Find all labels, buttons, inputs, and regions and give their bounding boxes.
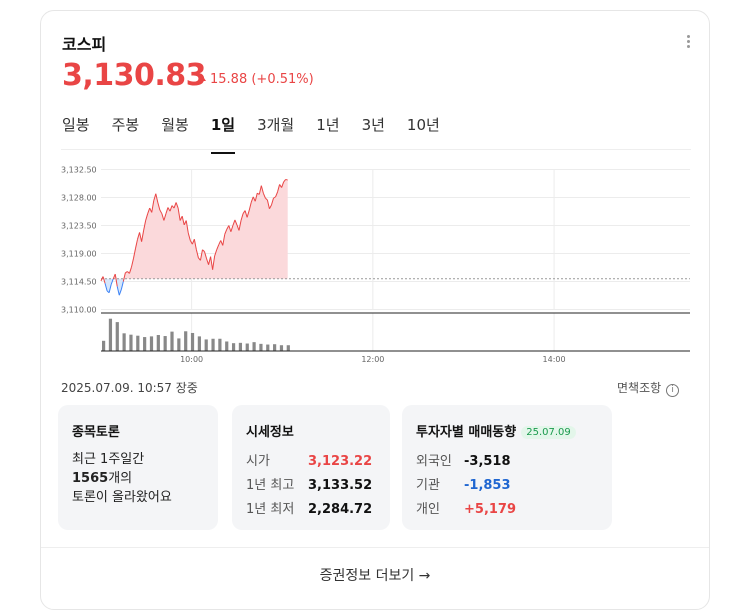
volume-bar	[197, 336, 201, 351]
volume-bar	[266, 344, 270, 351]
volume-bar	[177, 338, 181, 351]
x-tick-label: 14:00	[543, 355, 566, 364]
forum-count-suffix: 개의	[108, 471, 133, 486]
volume-bar	[149, 336, 154, 351]
volume-bar	[252, 342, 256, 351]
y-tick-label: 3,128.00	[61, 194, 97, 203]
x-tick-label: 12:00	[361, 355, 384, 364]
investor-row-foreign: 외국인 -3,518	[416, 450, 598, 474]
volume-bar	[184, 331, 188, 351]
forum-count-line: 1565개의	[72, 469, 204, 488]
quote-value: 3,123.22	[308, 454, 373, 469]
investor-row-institution: 기관 -1,853	[416, 474, 598, 498]
forum-line1: 최근 1주일간	[72, 452, 145, 467]
investor-label: 개인	[416, 502, 440, 517]
investor-value: +5,179	[464, 502, 517, 517]
volume-bar	[115, 322, 119, 351]
forum-box[interactable]: 종목토론 최근 1주일간 1565개의 토론이 올라왔어요	[58, 405, 218, 530]
volume-bar	[102, 340, 106, 351]
tabs-divider	[61, 149, 691, 150]
investor-value: -3,518	[464, 454, 511, 469]
price-change-value: 15.88 (+0.51%)	[210, 72, 314, 87]
volume-bar	[231, 343, 236, 351]
tab-1year[interactable]: 1년	[316, 114, 339, 154]
volume-bar	[170, 331, 174, 351]
volume-bars	[102, 318, 290, 351]
volume-bar	[218, 338, 222, 351]
volume-bar	[204, 339, 208, 351]
quote-value: 2,284.72	[308, 502, 373, 517]
stock-title[interactable]: 코스피	[62, 31, 106, 55]
volume-bar	[122, 333, 126, 351]
quote-label: 시가	[246, 454, 270, 469]
forum-count: 1565	[72, 471, 109, 486]
stock-card: 코스피 3,130.83 15.88 (+0.51%) 일봉 주봉 월봉 1일 …	[40, 10, 710, 610]
volume-bar	[163, 336, 167, 351]
investor-label: 기관	[416, 478, 440, 493]
quote-label: 1년 최고	[246, 478, 295, 493]
volume-bar	[245, 343, 249, 351]
volume-bar	[156, 335, 160, 351]
tab-weekly[interactable]: 주봉	[112, 114, 140, 154]
y-tick-label: 3,119.00	[61, 250, 97, 259]
quote-title: 시세정보	[246, 425, 294, 440]
quote-row-52w-high: 1년 최고 3,133.52	[246, 474, 376, 498]
intraday-chart[interactable]: 3,132.50 3,128.00 3,123.50 3,119.00 3,114.50…	[41, 161, 709, 371]
period-tabs: 일봉 주봉 월봉 1일 3개월 1년 3년 10년	[62, 114, 462, 154]
info-icon: i	[666, 384, 680, 397]
volume-bar	[238, 342, 243, 351]
disclaimer-label: 면책조항	[617, 381, 662, 395]
y-tick-label: 3,114.50	[61, 278, 97, 287]
volume-bar	[190, 332, 195, 351]
volume-bar	[259, 343, 263, 351]
quote-value: 3,133.52	[308, 478, 373, 493]
disclaimer-link[interactable]: 면책조항 i	[617, 379, 680, 397]
tab-10year[interactable]: 10년	[407, 114, 440, 154]
investor-trend-box[interactable]: 투자자별 매매동향 25.07.09 외국인 -3,518 기관 -1,853 개인 +…	[402, 405, 612, 530]
more-securities-link[interactable]: 증권정보 더보기 →	[41, 565, 709, 585]
investor-title-row: 투자자별 매매동향 25.07.09	[416, 421, 598, 440]
quote-row-52w-low: 1년 최저 2,284.72	[246, 498, 376, 522]
tab-3year[interactable]: 3년	[362, 114, 385, 154]
tab-3month[interactable]: 3개월	[257, 114, 294, 154]
footer-divider	[41, 547, 709, 548]
volume-bar	[108, 318, 113, 351]
timestamp: 2025.07.09. 10:57 장중	[61, 381, 198, 395]
quote-label: 1년 최저	[246, 502, 295, 517]
x-axis-labels: 10:00 12:00 14:00	[180, 355, 566, 364]
price-segment	[285, 178, 288, 181]
y-axis-labels: 3,132.50 3,128.00 3,123.50 3,119.00 3,114.50…	[61, 166, 97, 315]
price-change: 15.88 (+0.51%)	[198, 72, 314, 87]
y-tick-label: 3,110.00	[61, 306, 97, 315]
investor-value: -1,853	[464, 478, 511, 493]
tab-1day[interactable]: 1일	[210, 114, 236, 154]
volume-bar	[143, 337, 147, 351]
date-badge: 25.07.09	[521, 426, 576, 439]
volume-bar	[136, 335, 140, 351]
up-arrow-icon	[198, 75, 206, 81]
y-tick-label: 3,132.50	[61, 166, 97, 175]
volume-bar	[225, 341, 229, 351]
volume-bar	[279, 345, 284, 351]
current-price: 3,130.83	[62, 58, 207, 93]
forum-title: 종목토론	[72, 425, 120, 440]
tab-monthly[interactable]: 월봉	[161, 114, 189, 154]
volume-bar	[211, 338, 215, 351]
quote-info-box[interactable]: 시세정보 시가 3,123.22 1년 최고 3,133.52 1년 최저 2,284…	[232, 405, 390, 530]
volume-bar	[273, 344, 277, 351]
tab-daily[interactable]: 일봉	[62, 114, 90, 154]
more-options-icon[interactable]	[685, 35, 691, 51]
forum-line3: 토론이 올라왔어요	[72, 490, 172, 505]
x-tick-label: 10:00	[180, 355, 203, 364]
forum-summary: 최근 1주일간 1565개의 토론이 올라왔어요	[72, 450, 204, 507]
volume-bar	[129, 334, 133, 351]
investor-label: 외국인	[416, 454, 452, 469]
y-tick-label: 3,123.50	[61, 222, 97, 231]
volume-bar	[286, 345, 290, 351]
investor-title: 투자자별 매매동향	[416, 425, 517, 440]
investor-row-individual: 개인 +5,179	[416, 498, 598, 522]
quote-row-open: 시가 3,123.22	[246, 450, 376, 474]
